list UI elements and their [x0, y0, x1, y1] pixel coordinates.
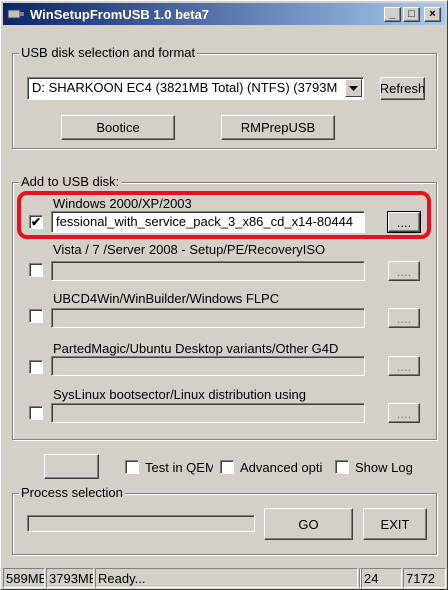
- browse-label: ....: [396, 405, 412, 421]
- source-label-vista: Vista / 7 /Server 2008 - Setup/PE/Recove…: [53, 242, 326, 257]
- checkbox-ubcd4win[interactable]: [29, 309, 43, 323]
- browse-button-syslinux[interactable]: ....: [388, 403, 420, 423]
- go-label: GO: [298, 516, 319, 532]
- browse-button-vista[interactable]: ....: [388, 261, 420, 281]
- path-input-ubcd4win[interactable]: [51, 308, 365, 328]
- checkbox-show-log[interactable]: [335, 460, 349, 474]
- title-bar[interactable]: WinSetupFromUSB 1.0 beta7 _ □ ×: [3, 3, 445, 25]
- disk-select[interactable]: D: SHARKOON EC4 (3821MB Total) (NTFS) (3…: [27, 77, 364, 100]
- browse-button-ubcd4win[interactable]: ....: [388, 308, 420, 328]
- go-button[interactable]: GO: [264, 508, 353, 540]
- exit-button[interactable]: EXIT: [363, 508, 427, 540]
- status-disk-size: 3793MB: [46, 568, 94, 588]
- process-group-title: Process selection: [19, 485, 125, 500]
- disk-select-value: D: SHARKOON EC4 (3821MB Total) (NTFS) (3…: [32, 80, 338, 95]
- refresh-button[interactable]: Refresh: [380, 77, 425, 100]
- blank-button[interactable]: [44, 454, 99, 479]
- path-input-partedmagic[interactable]: [51, 356, 365, 376]
- exit-label: EXIT: [380, 516, 410, 532]
- checkbox-advanced-options[interactable]: [220, 460, 234, 474]
- status-count: 24: [361, 568, 402, 588]
- close-button[interactable]: ×: [424, 6, 441, 22]
- usb-group-title: USB disk selection and format: [19, 45, 198, 60]
- advanced-options-label: Advanced opti: [240, 460, 323, 475]
- path-input-syslinux[interactable]: [51, 403, 365, 423]
- rmprepusb-button[interactable]: RMPrepUSB: [221, 115, 335, 140]
- bootice-button[interactable]: Bootice: [61, 115, 175, 140]
- rmprepusb-label: RMPrepUSB: [240, 120, 316, 135]
- browse-label: ....: [396, 310, 412, 326]
- browse-label: ....: [396, 263, 412, 279]
- test-qemu-label: Test in QEM: [145, 460, 213, 475]
- main-window: WinSetupFromUSB 1.0 beta7 _ □ × USB disk…: [0, 0, 448, 590]
- checkbox-test-qemu[interactable]: [125, 460, 139, 474]
- checkbox-vista[interactable]: [29, 263, 43, 277]
- checkbox-partedmagic[interactable]: [29, 360, 43, 374]
- progress-bar: [27, 515, 255, 532]
- status-free-space: 589MB: [3, 568, 45, 588]
- bootice-label: Bootice: [96, 120, 140, 135]
- status-value: 7172: [403, 568, 446, 588]
- chevron-down-icon[interactable]: [345, 79, 362, 97]
- source-label-ubcd4win: UBCD4Win/WinBuilder/Windows FLPC: [53, 291, 280, 306]
- highlight-box: [17, 191, 431, 239]
- checkbox-syslinux[interactable]: [29, 406, 43, 420]
- browse-label: ....: [396, 358, 412, 374]
- app-icon: [7, 9, 24, 19]
- browse-button-partedmagic[interactable]: ....: [388, 356, 420, 376]
- maximize-button[interactable]: □: [403, 6, 420, 22]
- source-label-syslinux: SysLinux bootsector/Linux distribution u…: [53, 387, 306, 402]
- path-input-vista[interactable]: [51, 261, 365, 281]
- status-message: Ready...: [95, 568, 358, 588]
- window-title: WinSetupFromUSB 1.0 beta7: [30, 6, 210, 22]
- minimize-button[interactable]: _: [384, 6, 401, 22]
- add-group-title: Add to USB disk:: [19, 174, 122, 189]
- source-label-partedmagic: PartedMagic/Ubuntu Desktop variants/Othe…: [53, 341, 339, 356]
- show-log-label: Show Log: [355, 460, 413, 475]
- refresh-label: Refresh: [380, 81, 425, 96]
